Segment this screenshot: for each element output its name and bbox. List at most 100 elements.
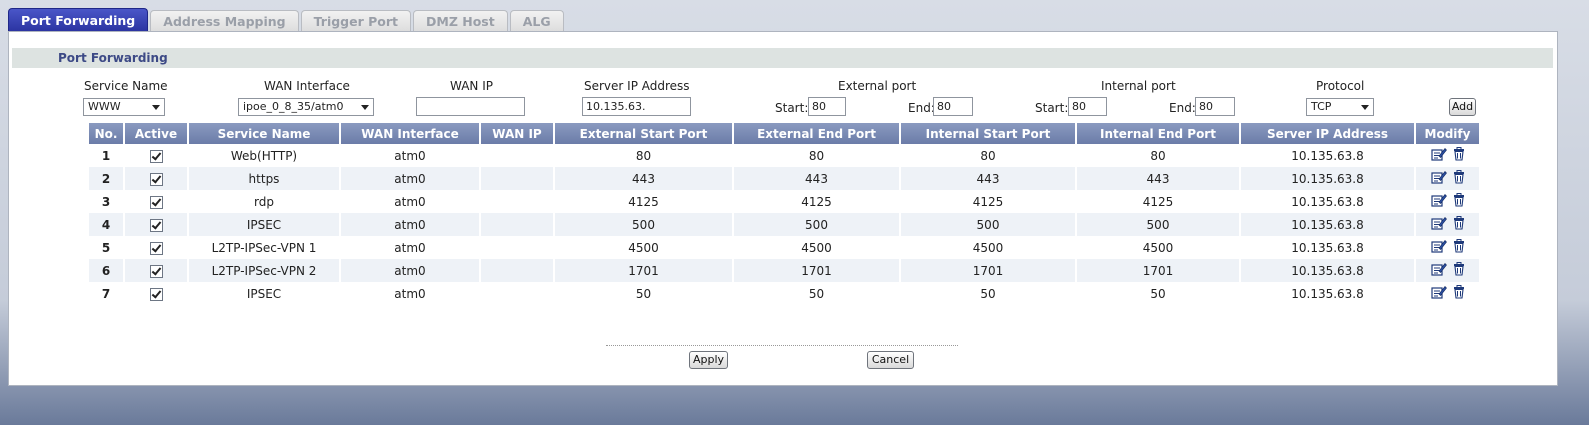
edit-icon[interactable] [1430, 170, 1447, 187]
cell-server-ip-address: 10.135.63.8 [1240, 236, 1416, 259]
active-checkbox[interactable] [149, 195, 163, 209]
cell-external-end-port: 4125 [733, 190, 901, 213]
add-button[interactable]: Add [1449, 98, 1476, 116]
cell-service-name: IPSEC [188, 282, 341, 305]
cell-server-ip-address: 10.135.63.8 [1240, 190, 1416, 213]
apply-button[interactable]: Apply [689, 351, 728, 369]
cell-server-ip-address: 10.135.63.8 [1240, 282, 1416, 305]
cell-internal-end-port: 4125 [1076, 190, 1241, 213]
wan-interface-value: ipoe_0_8_35/atm0 [243, 100, 344, 113]
cell-server-ip-address: 10.135.63.8 [1240, 259, 1416, 282]
active-checkbox[interactable] [149, 241, 163, 255]
cell-external-end-port: 80 [733, 144, 901, 167]
tab-address-mapping[interactable]: Address Mapping [150, 10, 299, 32]
active-checkbox[interactable] [149, 218, 163, 232]
cell-service-name: L2TP-IPSec-VPN 1 [188, 236, 341, 259]
active-checkbox[interactable] [149, 172, 163, 186]
col-header-internal-end-port: Internal End Port [1076, 123, 1241, 144]
trash-icon[interactable] [1453, 216, 1465, 233]
trash-icon[interactable] [1453, 193, 1465, 210]
tab-port-forwarding[interactable]: Port Forwarding [8, 8, 149, 32]
service-name-select[interactable]: WWW [83, 98, 165, 116]
tab-alg[interactable]: ALG [509, 10, 564, 32]
cell-wan-interface: atm0 [340, 190, 481, 213]
cell-internal-start-port: 50 [900, 282, 1077, 305]
cell-service-name: Web(HTTP) [188, 144, 341, 167]
section-title: Port Forwarding [12, 48, 1553, 68]
cell-internal-end-port: 1701 [1076, 259, 1241, 282]
edit-icon[interactable] [1430, 239, 1447, 256]
port-forwarding-table: No. Active Service Name WAN Interface WA… [89, 123, 1481, 305]
cell-external-start-port: 1701 [554, 259, 734, 282]
cell-internal-end-port: 50 [1076, 282, 1241, 305]
cell-external-start-port: 443 [554, 167, 734, 190]
cell-service-name: rdp [188, 190, 341, 213]
wan-ip-input[interactable] [416, 97, 525, 116]
external-end-input[interactable]: 80 [933, 97, 973, 116]
col-header-service-name: Service Name [188, 123, 341, 144]
cell-internal-start-port: 500 [900, 213, 1077, 236]
cell-modify [1415, 282, 1481, 305]
active-checkbox[interactable] [149, 287, 163, 301]
table-header-row: No. Active Service Name WAN Interface WA… [89, 123, 1481, 144]
col-header-internal-start-port: Internal Start Port [900, 123, 1077, 144]
cell-internal-start-port: 443 [900, 167, 1077, 190]
cell-no: 2 [89, 167, 125, 190]
table-row: 5 L2TP-IPSec-VPN 1 atm0 4500 4500 4500 4500 10.… [89, 236, 1481, 259]
active-checkbox[interactable] [149, 264, 163, 278]
col-header-server-ip-address: Server IP Address [1240, 123, 1416, 144]
external-start-input[interactable]: 80 [808, 97, 846, 116]
cell-external-start-port: 80 [554, 144, 734, 167]
label-wan-interface: WAN Interface [264, 79, 350, 93]
cell-no: 6 [89, 259, 125, 282]
internal-start-input[interactable]: 80 [1068, 97, 1107, 116]
cell-active [124, 190, 189, 213]
cell-server-ip-address: 10.135.63.8 [1240, 167, 1416, 190]
cell-wan-interface: atm0 [340, 167, 481, 190]
edit-icon[interactable] [1430, 193, 1447, 210]
cell-internal-start-port: 4125 [900, 190, 1077, 213]
internal-end-input[interactable]: 80 [1195, 97, 1235, 116]
col-header-external-start-port: External Start Port [554, 123, 734, 144]
tab-trigger-port[interactable]: Trigger Port [300, 10, 412, 32]
cell-service-name: https [188, 167, 341, 190]
cell-internal-start-port: 1701 [900, 259, 1077, 282]
cancel-button[interactable]: Cancel [867, 351, 914, 369]
edit-icon[interactable] [1430, 216, 1447, 233]
cell-no: 1 [89, 144, 125, 167]
wan-interface-select[interactable]: ipoe_0_8_35/atm0 [238, 98, 374, 116]
trash-icon[interactable] [1453, 285, 1465, 302]
port-forwarding-panel: Port Forwarding Service Name WAN Interfa… [8, 31, 1558, 386]
trash-icon[interactable] [1453, 262, 1465, 279]
table-row: 1 Web(HTTP) atm0 80 80 80 80 10.135.63.8 [89, 144, 1481, 167]
cell-internal-start-port: 80 [900, 144, 1077, 167]
cell-wan-ip [480, 190, 555, 213]
cell-wan-interface: atm0 [340, 259, 481, 282]
cell-active [124, 213, 189, 236]
cell-external-end-port: 443 [733, 167, 901, 190]
cell-internal-end-port: 80 [1076, 144, 1241, 167]
trash-icon[interactable] [1453, 239, 1465, 256]
cell-external-start-port: 50 [554, 282, 734, 305]
trash-icon[interactable] [1453, 147, 1465, 164]
edit-icon[interactable] [1430, 147, 1447, 164]
tab-dmz-host[interactable]: DMZ Host [413, 10, 508, 32]
label-int-start: Start: [1035, 101, 1069, 115]
col-header-wan-interface: WAN Interface [340, 123, 481, 144]
trash-icon[interactable] [1453, 170, 1465, 187]
col-header-no: No. [89, 123, 125, 144]
server-ip-input[interactable]: 10.135.63. [582, 97, 691, 116]
active-checkbox[interactable] [149, 149, 163, 163]
divider [606, 345, 958, 346]
cell-external-start-port: 500 [554, 213, 734, 236]
edit-icon[interactable] [1430, 285, 1447, 302]
label-external-port: External port [838, 79, 917, 93]
edit-icon[interactable] [1430, 262, 1447, 279]
chevron-down-icon [152, 105, 160, 110]
label-server-ip: Server IP Address [584, 79, 690, 93]
cell-active [124, 167, 189, 190]
protocol-select[interactable]: TCP [1306, 98, 1374, 116]
cell-server-ip-address: 10.135.63.8 [1240, 144, 1416, 167]
cell-external-end-port: 500 [733, 213, 901, 236]
cell-wan-ip [480, 144, 555, 167]
